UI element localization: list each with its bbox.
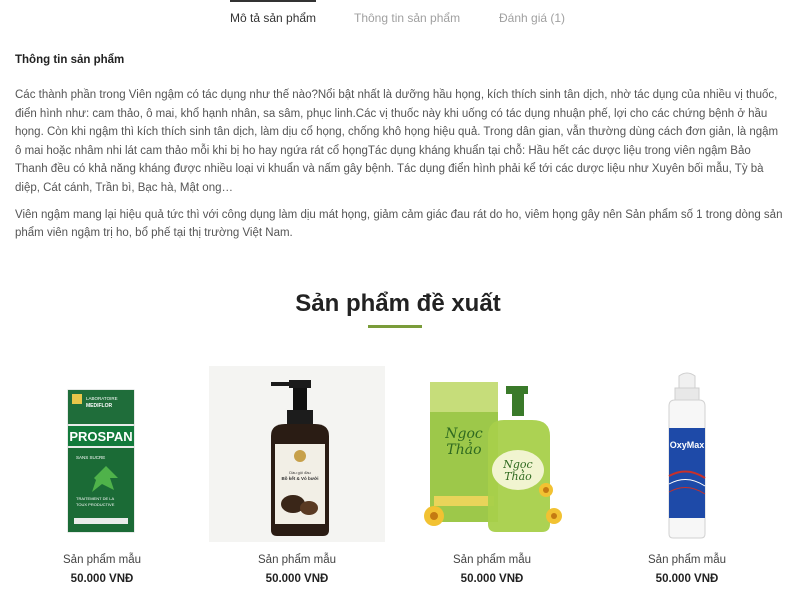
product-name[interactable]: Sản phẩm mẫu (14, 554, 190, 566)
product-price: 50.000 VNĐ (265, 573, 329, 585)
related-products-title: Sản phẩm đề xuất (295, 290, 501, 317)
description-heading: Thông tin sản phẩm (15, 54, 125, 66)
bottle-text: Dầu gội đầu (289, 470, 311, 475)
product-image[interactable]: Ngọc Thảo Ngọc Thảo (404, 366, 580, 542)
title-underline (368, 325, 422, 328)
box-text: TRAITEMENT DE LA (76, 496, 114, 501)
product-card[interactable]: Dầu gội đầu Bồ kết & Vỏ bưởi Sản phẩm mẫ… (209, 366, 385, 596)
box-text: TOUX PRODUCTIVE (76, 502, 115, 507)
product-card[interactable]: OxyMax Sản phẩm mẫu 50.000 VNĐ (599, 366, 775, 596)
box-text: Thảo (446, 441, 481, 458)
can-text: OxyMax (670, 440, 705, 450)
bottle-text: Bồ kết & Vỏ bưởi (282, 475, 319, 481)
product-name[interactable]: Sản phẩm mẫu (599, 554, 775, 566)
product-image[interactable]: OxyMax (599, 366, 775, 542)
description-paragraph-1: Các thành phần trong Viên ngậm có tác dụ… (15, 89, 779, 194)
product-price: 50.000 VNĐ (460, 573, 524, 585)
product-price: 50.000 VNĐ (655, 573, 719, 585)
tab-description[interactable]: Mô tả sản phẩm (230, 0, 317, 25)
tab-product-info[interactable]: Thông tin sản phẩm (354, 11, 460, 25)
product-price: 50.000 VNĐ (70, 573, 134, 585)
box-text: PROSPAN (69, 429, 132, 444)
description-paragraph-2: Viên ngậm mang lại hiệu quả tức thì với … (15, 208, 783, 240)
box-text: LABORATOIRE (86, 396, 118, 401)
tab-reviews[interactable]: Đánh giá (1) (499, 11, 565, 25)
product-image[interactable]: LABORATOIRE MEDIFLOR PROSPAN SANS SUCRE … (14, 366, 190, 542)
product-name[interactable]: Sản phẩm mẫu (404, 554, 580, 566)
box-text: Ngọc (444, 426, 483, 442)
product-card[interactable]: LABORATOIRE MEDIFLOR PROSPAN SANS SUCRE … (14, 366, 190, 596)
box-text: SANS SUCRE (76, 455, 105, 460)
box-text: MEDIFLOR (86, 403, 112, 409)
product-tabs: Mô tả sản phẩm Thông tin sản phẩm Đánh g… (0, 0, 796, 36)
description-panel: Thông tin sản phẩm Các thành phần trong … (15, 54, 785, 251)
product-image[interactable]: Dầu gội đầu Bồ kết & Vỏ bưởi (209, 366, 385, 542)
product-card[interactable]: Ngọc Thảo Ngọc Thảo Sản phẩm mẫu 50.000 … (404, 366, 580, 596)
product-name[interactable]: Sản phẩm mẫu (209, 554, 385, 566)
bottle-text: Thảo (504, 470, 532, 483)
